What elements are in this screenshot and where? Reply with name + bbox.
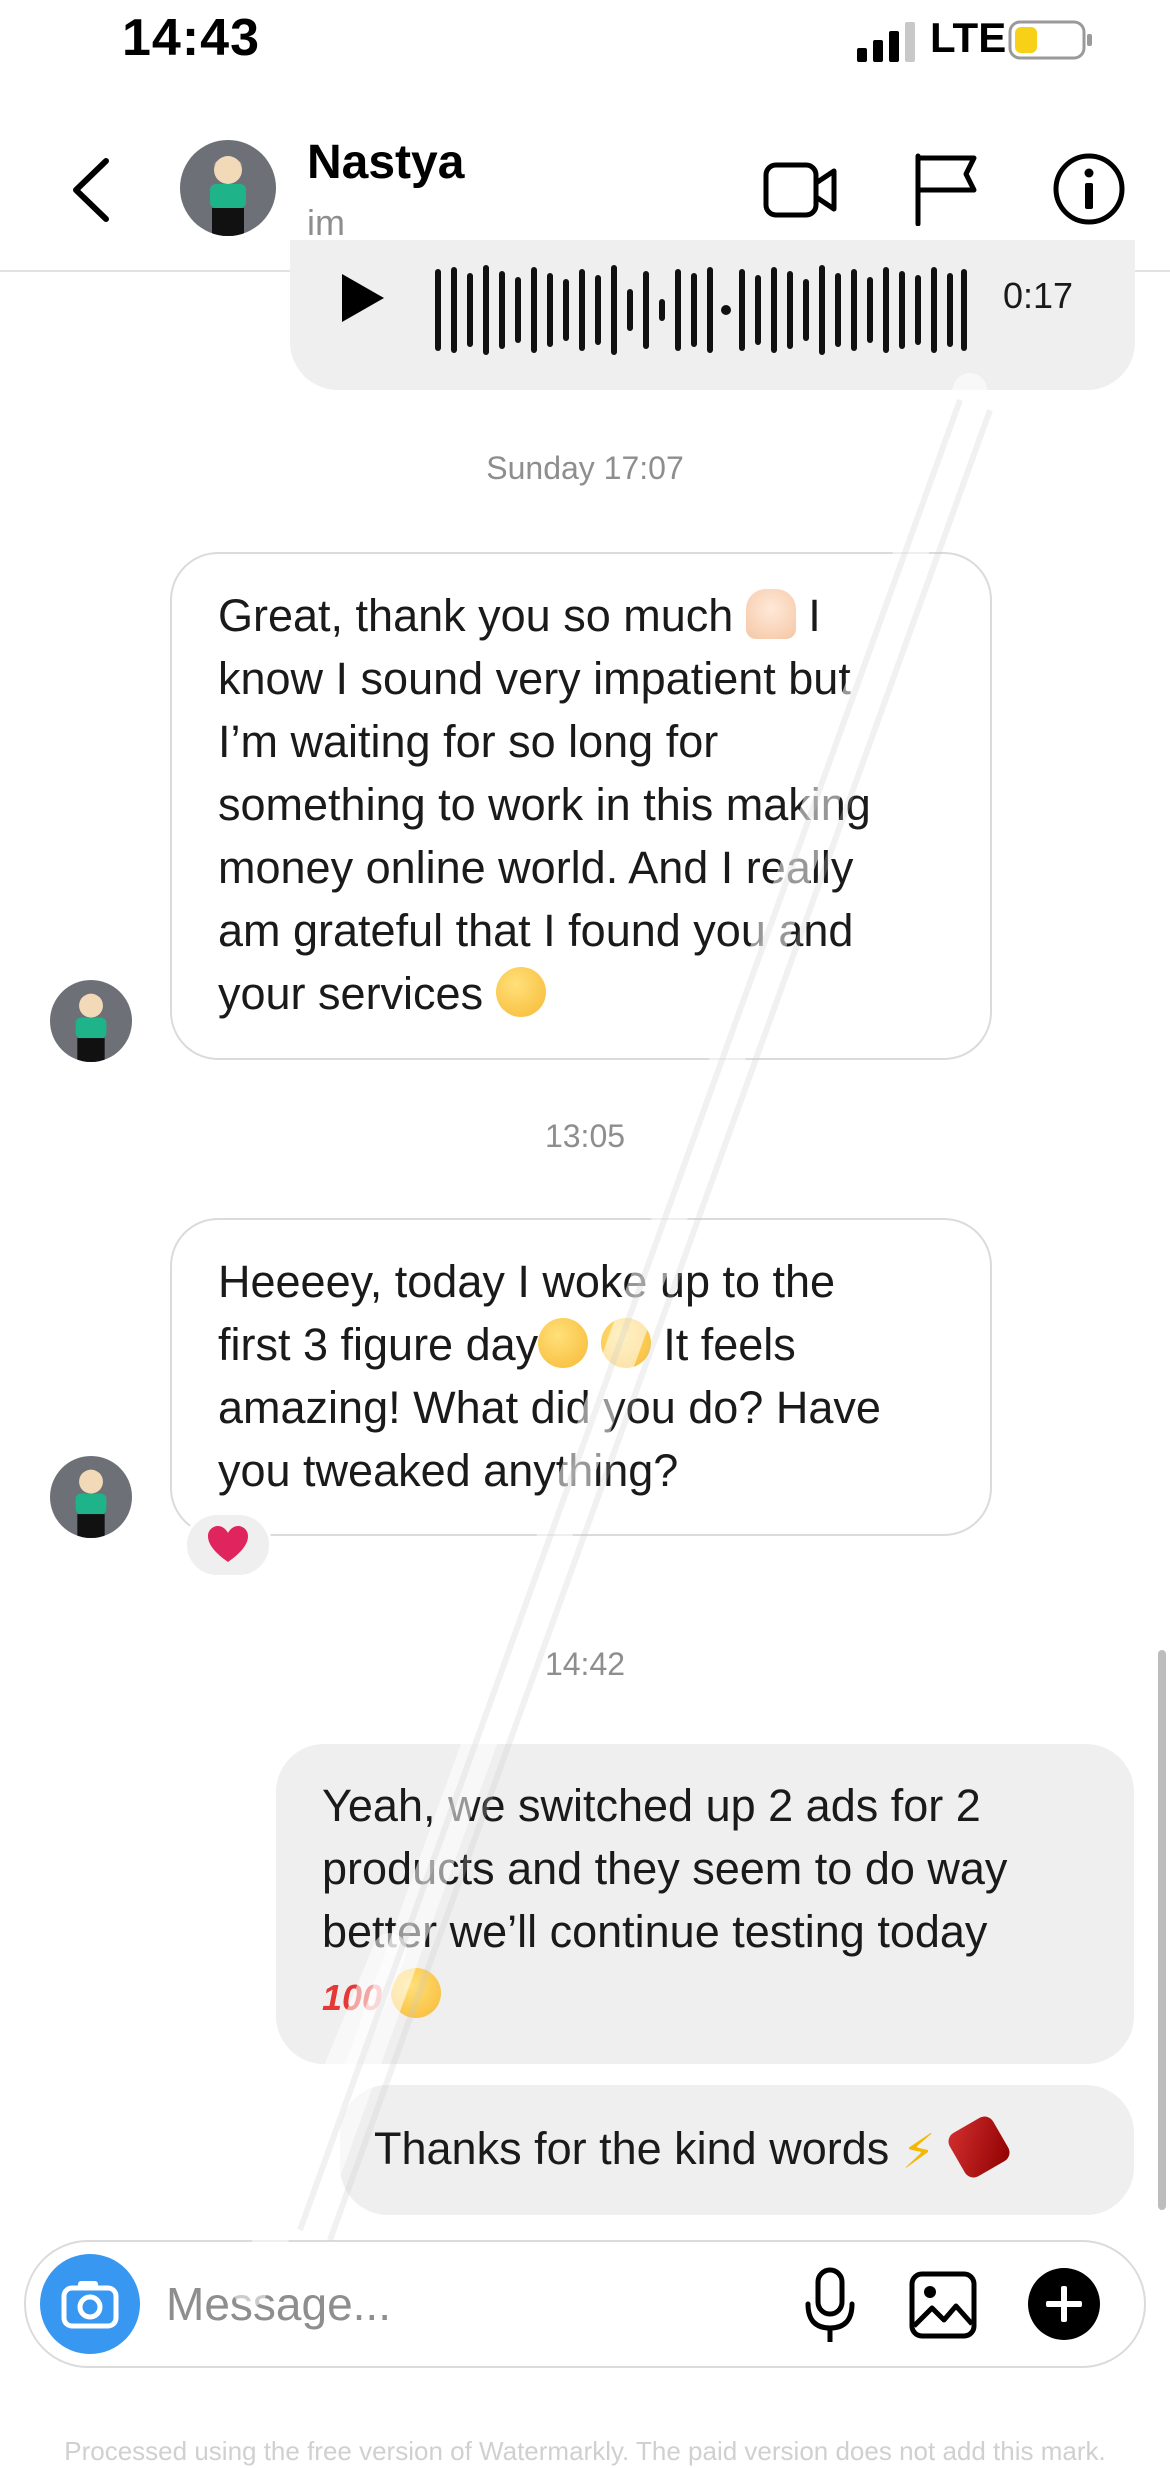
video-call-icon[interactable] [762,155,838,225]
microphone-icon[interactable] [800,2266,860,2346]
message-text: Yeah, we switched up 2 ads for 2 product… [322,1774,1088,2026]
message-line: better we’ll continue testing today [322,1906,988,1957]
camera-icon [61,2281,119,2329]
outgoing-message[interactable]: Yeah, we switched up 2 ads for 2 product… [276,1744,1134,2064]
firecracker-emoji [945,2112,1014,2182]
message-line: Yeah, we switched up 2 ads for 2 [322,1780,981,1831]
info-icon[interactable] [1052,152,1126,226]
message-line: am grateful that I found you and [218,905,854,956]
network-label: LTE [930,14,1007,61]
watermark-notice: Processed using the free version of Wate… [64,2436,1106,2466]
message-line: first 3 figure day [218,1319,539,1370]
smiling-face-emoji [495,967,546,1017]
signal-strength-icon [857,22,915,62]
back-button[interactable] [68,155,118,225]
message-text: Thanks for the kind words ⚡ [374,2112,1100,2182]
incoming-message[interactable]: Heeeey, today I woke up to the first 3 f… [170,1218,992,1536]
battery-icon [1008,20,1092,60]
timestamp: 13:05 [544,1118,626,1154]
contact-name[interactable]: Nastya [307,135,464,190]
flag-icon[interactable] [912,152,980,226]
partying-face-emoji [538,1318,589,1368]
scrollbar[interactable] [1158,1650,1166,2210]
contact-avatar[interactable] [180,140,276,236]
incoming-message[interactable]: Great, thank you so much I know I sound … [170,552,992,1060]
status-time: 14:43 [122,9,260,67]
message-line: Great, thank you so much [218,590,734,641]
message-line: Heeeey, today I woke up to the [218,1256,836,1307]
message-text: Great, thank you so much I know I sound … [218,589,871,1019]
avatar-image [50,980,132,1062]
gallery-icon[interactable] [908,2270,978,2340]
message-line: your services [218,968,484,1019]
message-line: Thanks for the kind words [374,2123,890,2174]
message-line: you tweaked anything? [218,1445,679,1496]
avatar-image [50,1456,132,1538]
contact-username: im [307,202,345,243]
message-text: Heeeey, today I woke up to the first 3 f… [218,1250,944,1502]
hundred-points-emoji: 100 [322,1977,383,2018]
praying-hands-emoji [745,589,796,639]
sender-avatar[interactable] [50,1456,132,1538]
message-line: something to work in this making [218,779,871,830]
timestamp: 14:42 [544,1646,626,1682]
message-line: products and they seem to do way [322,1843,1008,1894]
voice-duration: 0:17 [1003,275,1074,316]
message-line: amazing! What did you do? Have [218,1382,881,1433]
outgoing-message[interactable]: Thanks for the kind words ⚡ [340,2085,1134,2215]
timestamp: Sunday 17:07 [486,450,684,486]
play-icon[interactable] [338,270,388,326]
message-line: know I sound very impatient but [218,653,851,704]
plus-icon[interactable] [1026,2266,1102,2342]
message-input[interactable] [166,2268,766,2340]
camera-button[interactable] [40,2254,140,2354]
message-line: I’m waiting for so long for [218,716,719,767]
message-line: It feels [663,1319,796,1370]
star-struck-emoji [600,1318,651,1368]
message-line: money online world. And I really [218,842,854,893]
avatar-image [180,140,276,236]
heart-reaction-icon [208,1526,248,1562]
voice-waveform[interactable] [430,262,970,358]
lightning-emoji: ⚡ [901,2126,936,2179]
relieved-face-emoji [390,1968,441,2018]
sender-avatar[interactable] [50,980,132,1062]
